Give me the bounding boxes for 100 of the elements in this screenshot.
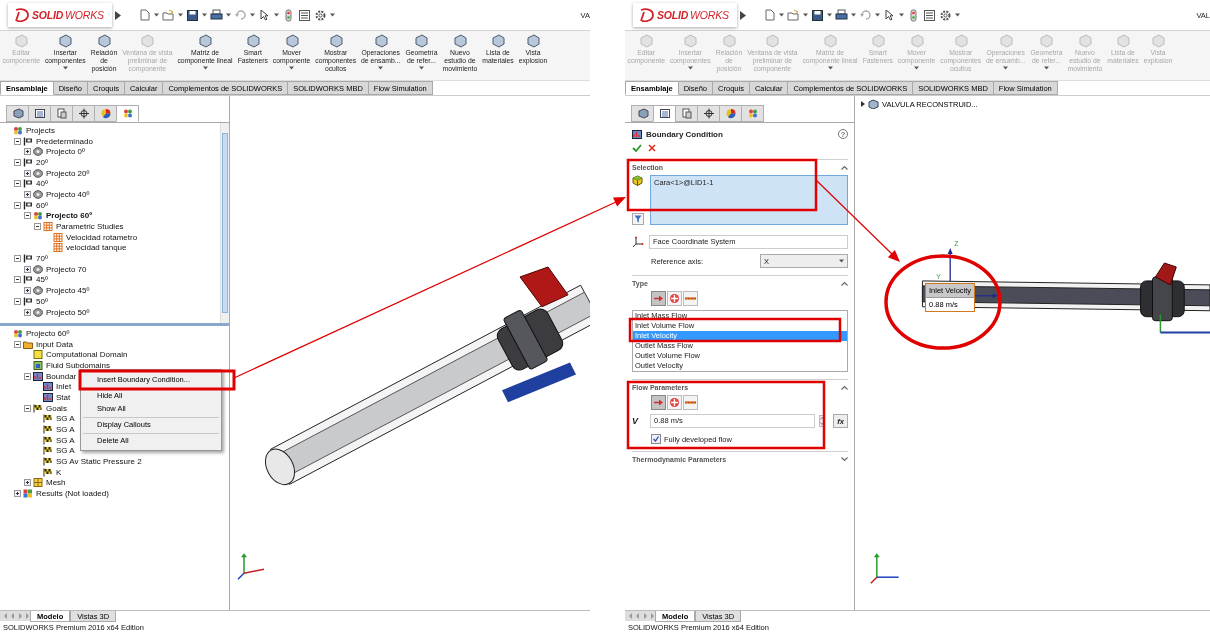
expander-icon[interactable] <box>24 148 31 156</box>
expander-icon[interactable] <box>24 372 31 380</box>
tree-item[interactable]: Projecto 50º <box>45 307 91 317</box>
panel-tab[interactable] <box>116 105 139 122</box>
print-icon[interactable] <box>834 8 848 22</box>
tree-item[interactable]: 20º <box>35 157 49 167</box>
panel-tab[interactable] <box>28 105 51 122</box>
option-button[interactable] <box>683 395 698 410</box>
expander-icon[interactable] <box>24 287 31 295</box>
panel-tab[interactable] <box>94 105 117 122</box>
tree-item[interactable]: Predeterminado <box>35 136 94 146</box>
tree-item[interactable]: Boundar <box>45 371 78 381</box>
save-icon[interactable] <box>185 8 199 22</box>
tree-item[interactable]: Goals <box>45 403 68 413</box>
pointer-icon[interactable] <box>257 8 271 22</box>
cancel-button[interactable] <box>648 144 656 152</box>
expander-icon[interactable] <box>24 169 31 177</box>
tree-item[interactable]: Velocidad rotametro <box>65 232 139 242</box>
expander-icon[interactable] <box>14 201 21 209</box>
tree-item[interactable]: 50º <box>35 296 49 306</box>
chevron-icon[interactable] <box>841 385 848 390</box>
tree-item[interactable]: SG A <box>55 425 76 435</box>
tree-item[interactable]: SG Av Static Pressure 2 <box>55 457 143 467</box>
tree-item[interactable]: 45º <box>35 275 49 285</box>
option-button[interactable] <box>667 291 682 306</box>
tree-item[interactable]: K <box>55 467 63 477</box>
expander-icon[interactable] <box>24 190 31 198</box>
expander-icon[interactable] <box>34 223 41 231</box>
settings-icon[interactable] <box>313 8 327 22</box>
chevron-icon[interactable] <box>841 165 848 170</box>
save-icon[interactable] <box>810 8 824 22</box>
tree-item[interactable]: 70º <box>35 254 49 264</box>
caret-icon <box>289 65 295 70</box>
option-button[interactable] <box>683 291 698 306</box>
expander-icon[interactable] <box>14 255 21 263</box>
tree-item[interactable]: Stat <box>55 392 72 402</box>
tree-item[interactable]: Projecto 60º <box>25 328 71 338</box>
expander-icon[interactable] <box>24 212 31 220</box>
tree-item[interactable]: velocidad tanque <box>65 243 128 253</box>
new-document-icon[interactable] <box>762 8 776 22</box>
tree-item[interactable]: Projecto 40º <box>45 189 91 199</box>
panel-tab[interactable] <box>719 105 742 122</box>
list-icon[interactable] <box>922 8 936 22</box>
expander-icon[interactable] <box>14 158 21 166</box>
logo-button[interactable]: SOLIDWORKS <box>8 3 112 27</box>
new-document-icon[interactable] <box>137 8 151 22</box>
tree-item[interactable]: Mesh <box>45 478 67 488</box>
open-folder-icon[interactable] <box>786 8 800 22</box>
panel-tab[interactable] <box>6 105 29 122</box>
open-folder-icon[interactable] <box>161 8 175 22</box>
tree-item[interactable]: Fluid Subdomains <box>45 360 112 370</box>
expander-icon[interactable] <box>24 265 31 273</box>
option-button[interactable] <box>651 395 666 410</box>
chevron-icon[interactable] <box>841 281 848 286</box>
expander-icon[interactable] <box>14 340 21 348</box>
expand-arrow-icon[interactable] <box>739 10 746 20</box>
expander-icon[interactable] <box>24 479 31 487</box>
list-icon[interactable] <box>297 8 311 22</box>
tree-item[interactable]: SG A <box>55 414 76 424</box>
tree-item[interactable]: Projecto 0º <box>45 147 86 157</box>
pointer-icon[interactable] <box>882 8 896 22</box>
tree-item[interactable]: Parametric Studies <box>55 222 125 232</box>
tree-item[interactable]: Projecto 60º <box>45 211 94 221</box>
tree-item[interactable]: SG A <box>55 446 76 456</box>
expand-arrow-icon[interactable] <box>861 101 865 107</box>
panel-tab[interactable] <box>72 105 95 122</box>
print-icon[interactable] <box>209 8 223 22</box>
tree-item[interactable]: Projecto 45º <box>45 286 91 296</box>
expander-icon[interactable] <box>14 180 21 188</box>
checkbox[interactable] <box>651 434 661 444</box>
tree-item[interactable]: 60º <box>35 200 49 210</box>
expander-icon[interactable] <box>24 308 31 316</box>
chevron-icon[interactable] <box>841 457 848 462</box>
expander-icon[interactable] <box>14 490 21 498</box>
option-button[interactable] <box>667 395 682 410</box>
scrollbar[interactable] <box>220 123 229 323</box>
expander-icon[interactable] <box>24 404 31 412</box>
ok-button[interactable] <box>632 144 642 152</box>
expand-arrow-icon[interactable] <box>114 10 121 20</box>
filter-button[interactable] <box>632 213 644 225</box>
panel-tab[interactable] <box>653 105 676 122</box>
spinner-icon[interactable] <box>819 415 825 427</box>
tree-item[interactable]: Projecto 70 <box>45 264 88 274</box>
expander-icon[interactable] <box>14 276 21 284</box>
tree-item[interactable]: Projects <box>25 125 56 135</box>
tree-item[interactable]: Results (Not loaded) <box>35 489 110 499</box>
tree-item[interactable]: Computational Domain <box>45 350 129 360</box>
tree-item[interactable]: Input Data <box>35 339 74 349</box>
tree-item[interactable]: 40º <box>35 179 49 189</box>
option-button[interactable] <box>651 291 666 306</box>
tree-item[interactable]: Inlet <box>55 382 73 392</box>
list-icon <box>33 108 46 119</box>
expander-icon[interactable] <box>14 137 21 145</box>
logo-button[interactable]: SOLIDWORKS <box>633 3 737 27</box>
expander-icon[interactable] <box>14 297 21 305</box>
panel-tab[interactable] <box>697 105 720 122</box>
tree-item[interactable]: SG A <box>55 435 76 445</box>
tree-item[interactable]: Projecto 20º <box>45 168 91 178</box>
settings-icon[interactable] <box>938 8 952 22</box>
panel-tab[interactable] <box>631 105 654 122</box>
